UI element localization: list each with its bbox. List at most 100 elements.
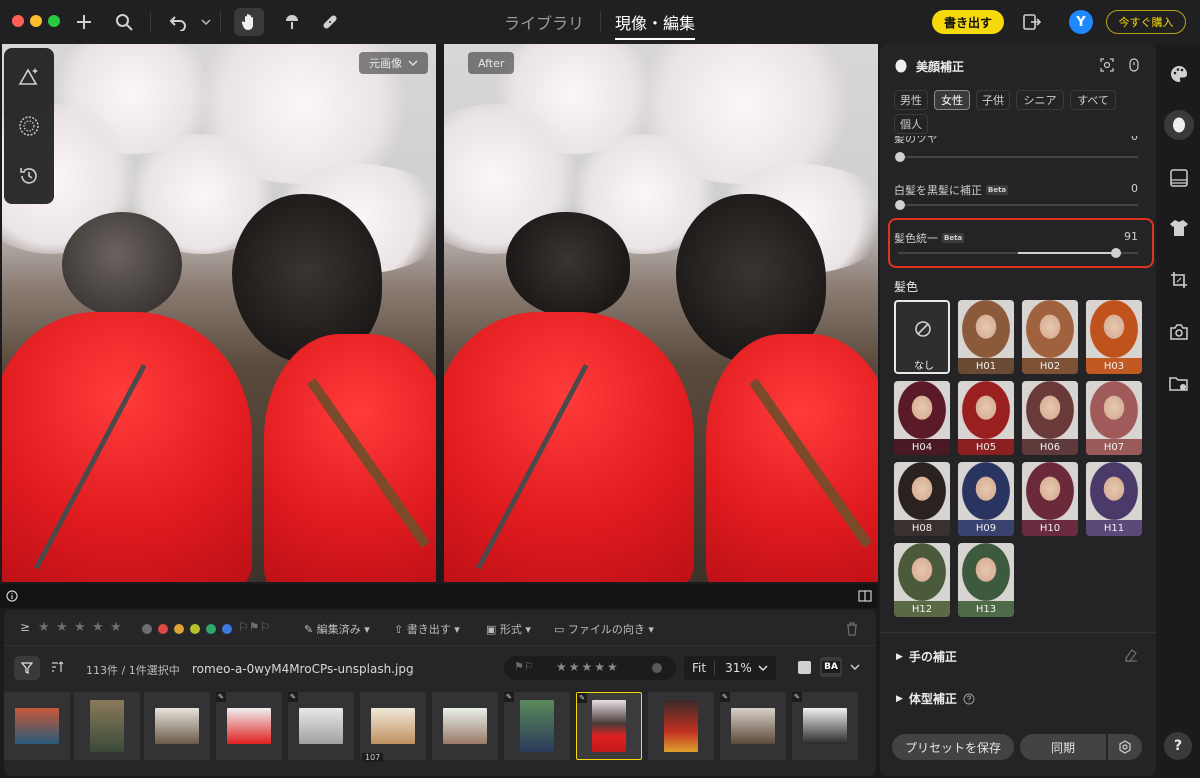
help-circle-icon[interactable] <box>963 693 975 705</box>
before-image[interactable]: 元画像 <box>2 44 436 582</box>
plus-icon[interactable] <box>72 10 96 34</box>
color-label-green[interactable] <box>206 624 216 634</box>
hair-color-swatch-h01[interactable]: H01 <box>958 300 1014 374</box>
minimize-window-button[interactable] <box>30 15 42 27</box>
hair-color-swatch-h11[interactable]: H11 <box>1086 462 1142 536</box>
noise-reduction-icon[interactable] <box>17 114 41 138</box>
hair-color-swatch-h02[interactable]: H02 <box>1022 300 1078 374</box>
gray-to-black-slider-knob[interactable] <box>895 200 905 210</box>
rating-filter-icon[interactable]: ≥ <box>20 620 30 634</box>
zoom-control[interactable]: Fit 31% <box>684 656 776 680</box>
hair-color-swatch-h06[interactable]: H06 <box>1022 381 1078 455</box>
hair-color-swatch-h12[interactable]: H12 <box>894 543 950 617</box>
export-menu[interactable]: ⇧ 書き出す ▾ <box>394 621 460 637</box>
thumbnail[interactable]: ✎ <box>720 692 786 760</box>
export-button[interactable]: 書き出す <box>932 10 1004 34</box>
chip-female[interactable]: 女性 <box>934 90 970 110</box>
before-after-toggle[interactable]: BA <box>822 661 840 673</box>
close-window-button[interactable] <box>12 15 24 27</box>
clothing-icon[interactable] <box>1167 216 1191 240</box>
color-label-dot[interactable] <box>652 663 662 673</box>
hair-color-swatch-h07[interactable]: H07 <box>1086 381 1142 455</box>
retouch-brush-icon[interactable] <box>280 10 304 34</box>
history-icon[interactable] <box>17 164 41 188</box>
thumbnail[interactable]: ✎ <box>792 692 858 760</box>
thumbnail[interactable] <box>648 692 714 760</box>
thumbnail[interactable] <box>432 692 498 760</box>
undo-icon[interactable] <box>166 10 190 34</box>
hair-color-swatch-h05[interactable]: H05 <box>958 381 1014 455</box>
format-menu[interactable]: ▣ 形式 ▾ <box>486 621 531 637</box>
chip-all[interactable]: すべて <box>1070 90 1116 110</box>
star-icon[interactable]: ★ <box>56 620 68 635</box>
thumbnail[interactable] <box>74 692 140 760</box>
gray-to-black-slider[interactable] <box>898 204 1138 206</box>
color-label-blue[interactable] <box>222 624 232 634</box>
color-label-orange[interactable] <box>174 624 184 634</box>
chip-child[interactable]: 子供 <box>976 90 1010 110</box>
star-icon[interactable]: ★ <box>110 620 122 635</box>
search-icon[interactable] <box>112 10 136 34</box>
color-label-yellow[interactable] <box>190 624 200 634</box>
hair-color-swatch-h04[interactable]: H04 <box>894 381 950 455</box>
hand-tool-icon[interactable] <box>234 8 264 36</box>
flag-icons[interactable]: ⚐⚑⚐ <box>238 620 270 634</box>
hand-correction-section[interactable]: ▶ 手の補正 <box>896 648 957 665</box>
star-icon[interactable]: ★ <box>38 620 50 635</box>
maximize-window-button[interactable] <box>48 15 60 27</box>
before-image-dropdown[interactable]: 元画像 <box>359 52 428 74</box>
background-icon[interactable] <box>1167 166 1191 190</box>
face-beauty-icon[interactable] <box>1164 110 1194 140</box>
flag-icons[interactable]: ⚑⚐ <box>514 660 534 673</box>
after-image[interactable]: After <box>444 44 878 582</box>
tab-develop[interactable]: 現像・編集 <box>615 10 696 40</box>
hair-color-swatch-h08[interactable]: H08 <box>894 462 950 536</box>
star-icon[interactable]: ★ <box>92 620 104 635</box>
bandage-icon[interactable] <box>318 10 342 34</box>
hair-color-none[interactable]: なし <box>894 300 950 374</box>
help-button[interactable]: ? <box>1164 732 1192 760</box>
trash-icon[interactable] <box>846 622 858 636</box>
sync-button[interactable]: 同期 <box>1020 734 1106 760</box>
body-shape-section[interactable]: ▶ 体型補正 <box>896 690 975 707</box>
hair-color-swatch-h03[interactable]: H03 <box>1086 300 1142 374</box>
share-panel-icon[interactable] <box>1020 10 1044 34</box>
chip-male[interactable]: 男性 <box>894 90 928 110</box>
thumbnail[interactable]: ✎ <box>216 692 282 760</box>
thumbnail-selected[interactable]: ✎ <box>576 692 642 760</box>
thumbnail[interactable]: ✎ <box>288 692 354 760</box>
info-icon[interactable] <box>6 590 18 602</box>
undo-history-chevron-icon[interactable] <box>194 10 218 34</box>
chip-individual[interactable]: 個人 <box>894 114 928 134</box>
sort-icon[interactable] <box>50 660 64 677</box>
orientation-menu[interactable]: ▭ ファイルの向き ▾ <box>554 621 654 637</box>
single-view-icon[interactable] <box>798 661 811 674</box>
color-label-red[interactable] <box>158 624 168 634</box>
hair-gloss-slider[interactable] <box>898 156 1138 158</box>
image-rating-pill[interactable]: ⚑⚐ ★★★★★ <box>504 656 676 680</box>
chip-senior[interactable]: シニア <box>1016 90 1064 110</box>
hair-color-swatch-h13[interactable]: H13 <box>958 543 1014 617</box>
color-label-none[interactable] <box>142 624 152 634</box>
star-icon[interactable]: ★ <box>74 620 86 635</box>
eraser-icon[interactable] <box>1124 648 1138 662</box>
hair-color-swatch-h09[interactable]: H09 <box>958 462 1014 536</box>
face-detect-icon[interactable] <box>1100 58 1114 72</box>
zoom-value[interactable]: 31% <box>715 661 752 675</box>
palette-icon[interactable] <box>1167 62 1191 86</box>
thumbnail[interactable] <box>4 692 70 760</box>
fit-button[interactable]: Fit <box>684 661 716 675</box>
buy-now-button[interactable]: 今すぐ購入 <box>1106 10 1186 34</box>
chevron-down-icon[interactable] <box>850 662 860 672</box>
hair-unify-slider[interactable] <box>898 252 1138 254</box>
filter-icon[interactable] <box>14 656 40 680</box>
thumbnail[interactable]: ✎ <box>504 692 570 760</box>
compare-layout-icon[interactable] <box>858 590 872 602</box>
landscape-enhance-icon[interactable] <box>17 64 41 88</box>
save-preset-button[interactable]: プリセットを保存 <box>892 734 1014 760</box>
folder-settings-icon[interactable] <box>1167 372 1191 396</box>
hair-color-swatch-h10[interactable]: H10 <box>1022 462 1078 536</box>
thumbnail[interactable] <box>144 692 210 760</box>
reset-icon[interactable] <box>1128 58 1140 72</box>
avatar[interactable]: Y <box>1069 10 1093 34</box>
